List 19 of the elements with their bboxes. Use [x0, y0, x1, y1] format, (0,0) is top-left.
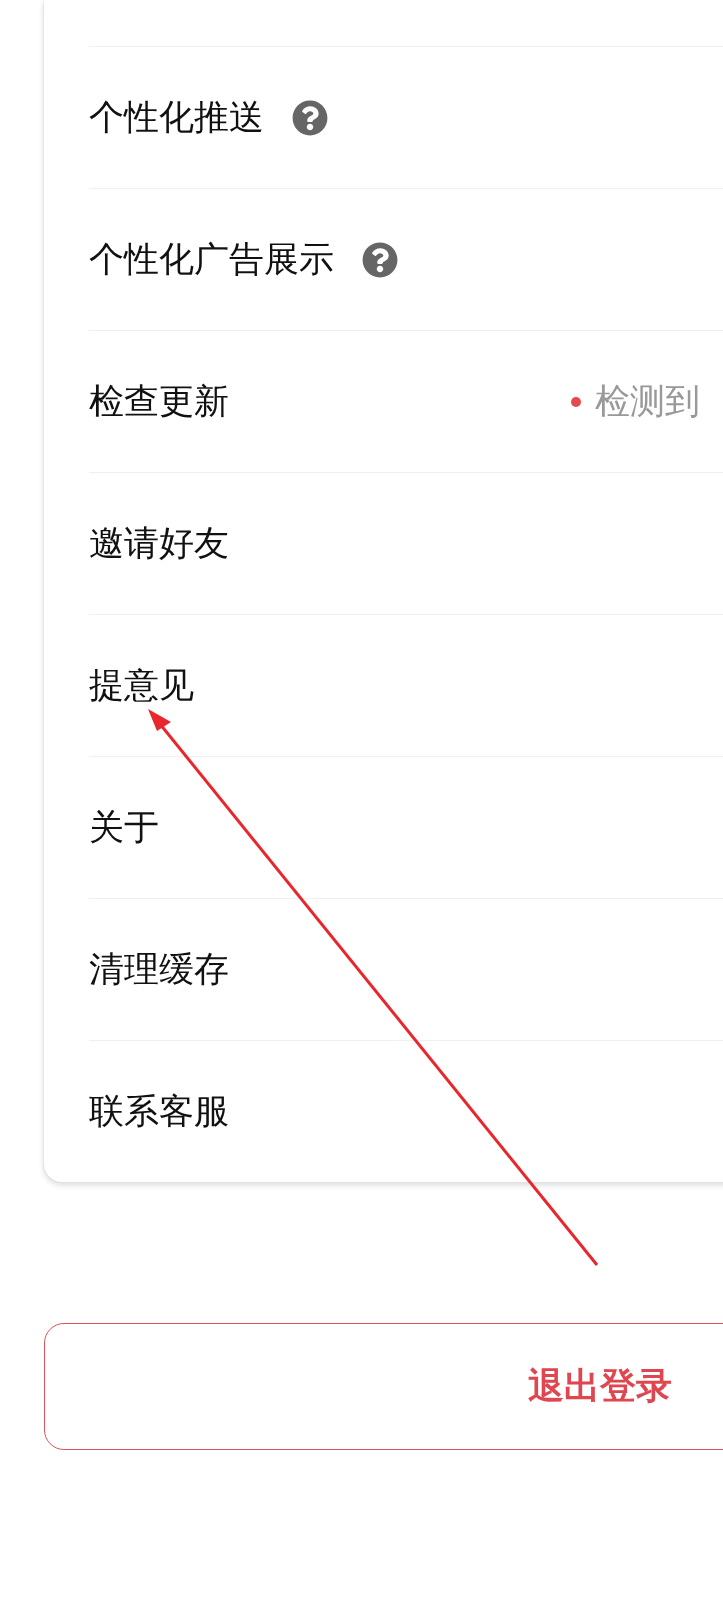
- update-status: 检测到: [595, 380, 700, 423]
- row-label: 提意见: [89, 664, 194, 707]
- settings-row[interactable]: 检查更新 检测到: [89, 330, 723, 472]
- help-icon[interactable]: [362, 241, 398, 278]
- settings-row[interactable]: 关于: [89, 756, 723, 898]
- row-label: 个性化推送: [89, 96, 264, 139]
- settings-row[interactable]: 清理缓存: [89, 898, 723, 1040]
- row-label: 联系客服: [89, 1090, 229, 1133]
- row-label: 检查更新: [89, 380, 229, 423]
- row-label: 清理缓存: [89, 948, 229, 991]
- settings-row[interactable]: 邀请好友: [89, 472, 723, 614]
- settings-row[interactable]: 联系客服: [89, 1040, 723, 1182]
- row-label: 关于: [89, 806, 159, 849]
- row-label: 邀请好友: [89, 522, 229, 565]
- logout-button[interactable]: 退出登录: [44, 1323, 723, 1450]
- help-icon[interactable]: [292, 99, 328, 136]
- settings-row[interactable]: 个性化广告展示: [89, 188, 723, 330]
- settings-row[interactable]: 个性化推送: [89, 46, 723, 188]
- row-label: 个性化广告展示: [89, 238, 334, 281]
